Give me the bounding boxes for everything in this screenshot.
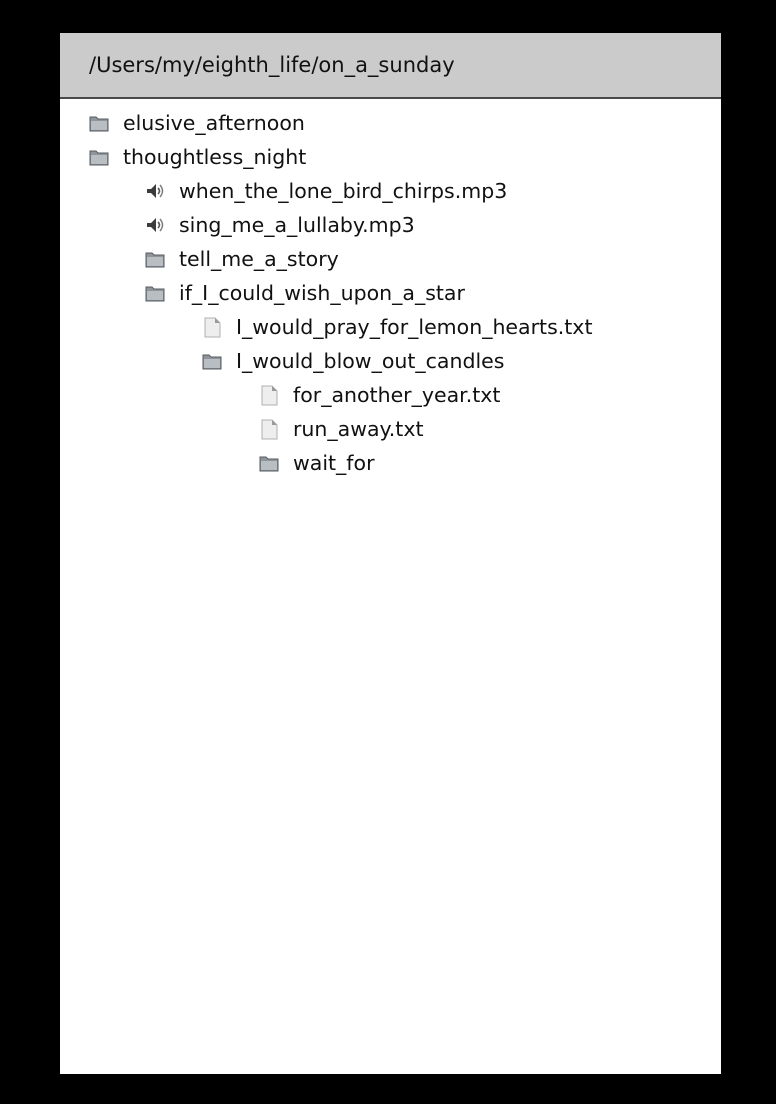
folder-icon <box>144 282 166 304</box>
tree-item-tell-me-a-story[interactable]: tell_me_a_story <box>144 242 339 276</box>
tree-item-i-would-blow-out-candles[interactable]: I_would_blow_out_candles <box>201 344 504 378</box>
tree-item-sing-me-a-lullaby[interactable]: sing_me_a_lullaby.mp3 <box>144 208 415 242</box>
path-header: /Users/my/eighth_life/on_a_sunday <box>60 33 721 99</box>
tree-item-label: for_another_year.txt <box>293 383 501 407</box>
tree-item-wait-for[interactable]: wait_for <box>258 446 375 480</box>
tree-item-label: thoughtless_night <box>123 145 307 169</box>
tree-item-label: sing_me_a_lullaby.mp3 <box>179 213 415 237</box>
tree-item-when-the-lone-bird-chirps[interactable]: when_the_lone_bird_chirps.mp3 <box>144 174 507 208</box>
tree-item-thoughtless-night[interactable]: thoughtless_night <box>88 140 306 174</box>
tree-item-label: run_away.txt <box>293 417 424 441</box>
tree-item-label: tell_me_a_story <box>179 247 339 271</box>
tree-item-label: I_would_blow_out_candles <box>236 349 505 373</box>
current-path: /Users/my/eighth_life/on_a_sunday <box>89 53 455 77</box>
folder-icon <box>144 248 166 270</box>
text-file-icon <box>258 384 280 406</box>
tree-item-elusive-afternoon[interactable]: elusive_afternoon <box>88 106 305 140</box>
folder-icon <box>201 350 223 372</box>
tree-item-if-i-could-wish-upon-a-star[interactable]: if_I_could_wish_upon_a_star <box>144 276 465 310</box>
audio-file-icon <box>144 214 166 236</box>
audio-file-icon <box>144 180 166 202</box>
tree-item-label: when_the_lone_bird_chirps.mp3 <box>179 179 508 203</box>
tree-item-label: I_would_pray_for_lemon_hearts.txt <box>236 315 593 339</box>
tree-item-label: if_I_could_wish_upon_a_star <box>179 281 465 305</box>
folder-icon <box>258 452 280 474</box>
text-file-icon <box>258 418 280 440</box>
folder-icon <box>88 146 110 168</box>
file-browser-window: /Users/my/eighth_life/on_a_sunday elusiv… <box>60 33 721 1074</box>
text-file-icon <box>201 316 223 338</box>
tree-item-for-another-year[interactable]: for_another_year.txt <box>258 378 500 412</box>
tree-item-run-away[interactable]: run_away.txt <box>258 412 424 446</box>
tree-item-label: wait_for <box>293 451 375 475</box>
folder-icon <box>88 112 110 134</box>
tree-item-label: elusive_afternoon <box>123 111 305 135</box>
tree-item-i-would-pray-for-lemon-hearts[interactable]: I_would_pray_for_lemon_hearts.txt <box>201 310 592 344</box>
